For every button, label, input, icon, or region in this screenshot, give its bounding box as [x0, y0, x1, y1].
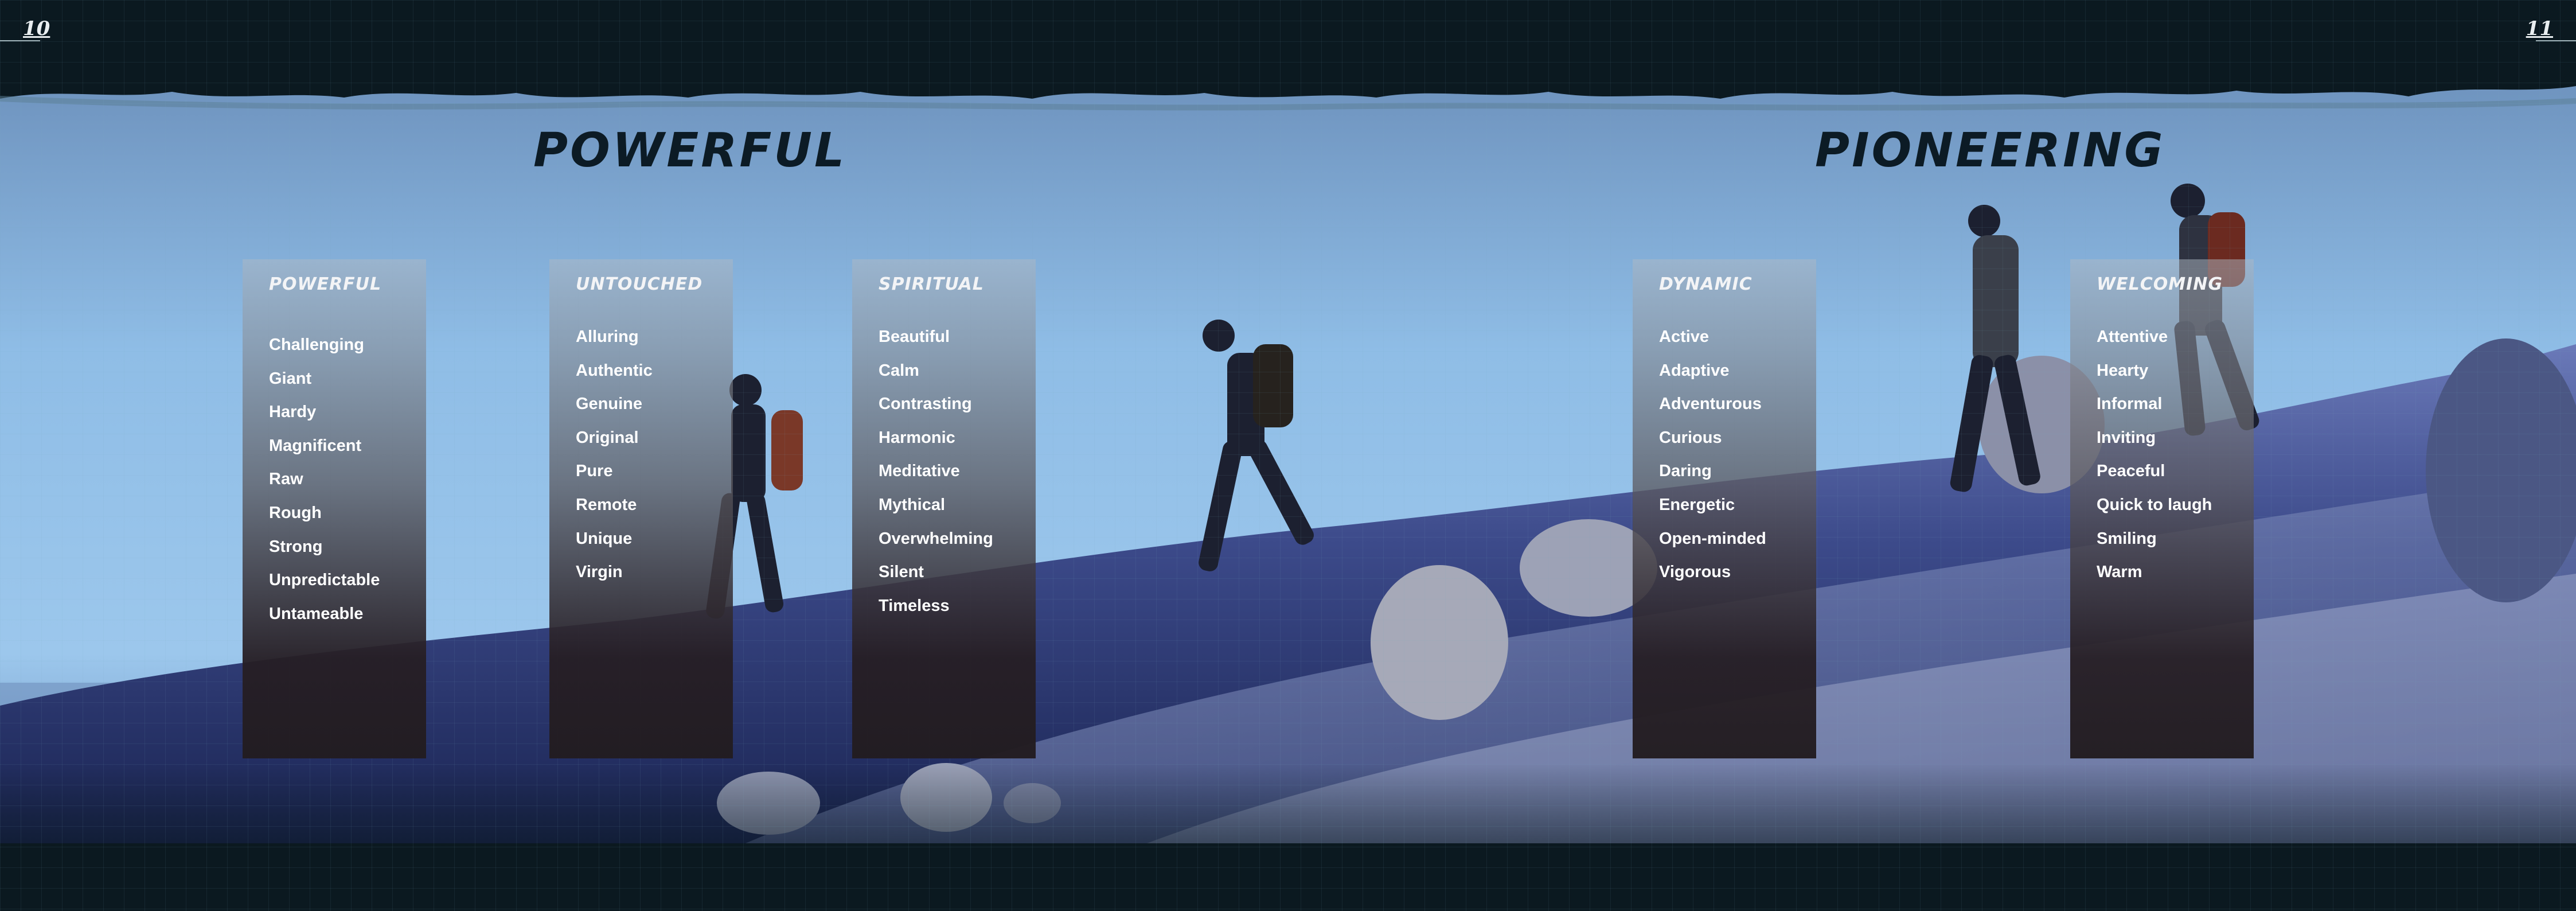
list-item: Pure [576, 462, 613, 481]
list-item: Untameable [269, 604, 364, 623]
page-number-right: 11 [2526, 17, 2553, 40]
list-item: Attentive [2097, 328, 2168, 346]
list-item: Harmonic [879, 428, 955, 447]
word-list: Challenging Giant Hardy Magnificent Raw … [269, 328, 380, 630]
word-list: Active Adaptive Adventurous Curious Dari… [1659, 320, 1766, 589]
card-title: UNTOUCHED [576, 274, 703, 294]
list-item: Remote [576, 495, 637, 514]
list-item: Energetic [1659, 495, 1735, 514]
page-number-rule-left [0, 40, 40, 41]
card-title: DYNAMIC [1659, 274, 1753, 294]
list-item: Giant [269, 369, 312, 388]
list-item: Authentic [576, 361, 653, 380]
card-title: WELCOMING [2097, 274, 2223, 294]
list-item: Vigorous [1659, 563, 1731, 582]
list-item: Calm [879, 361, 919, 380]
list-item: Smiling [2097, 529, 2157, 548]
list-item: Active [1659, 328, 1709, 346]
list-item: Open-minded [1659, 529, 1766, 548]
list-item: Rough [269, 503, 322, 522]
list-item: Warm [2097, 563, 2142, 582]
list-item: Silent [879, 563, 924, 582]
list-item: Peaceful [2097, 462, 2165, 481]
card-title: POWERFUL [269, 274, 382, 294]
list-item: Inviting [2097, 428, 2156, 447]
list-item: Alluring [576, 328, 639, 346]
section-heading-pioneering: PIONEERING [1815, 123, 2165, 178]
list-item: Unique [576, 529, 633, 548]
list-item: Curious [1659, 428, 1722, 447]
list-item: Overwhelming [879, 529, 993, 548]
list-item: Informal [2097, 395, 2163, 414]
list-item: Strong [269, 537, 323, 556]
card-powerful: POWERFUL Challenging Giant Hardy Magnifi… [243, 259, 426, 758]
word-list: Attentive Hearty Informal Inviting Peace… [2097, 320, 2212, 589]
list-item: Contrasting [879, 395, 972, 414]
list-item: Meditative [879, 462, 960, 481]
list-item: Magnificent [269, 436, 362, 455]
list-item: Hardy [269, 403, 317, 422]
card-spiritual: SPIRITUAL Beautiful Calm Contrasting Har… [852, 259, 1036, 758]
card-title: SPIRITUAL [879, 274, 984, 294]
list-item: Adventurous [1659, 395, 1762, 414]
list-item: Quick to laugh [2097, 495, 2212, 514]
card-dynamic: DYNAMIC Active Adaptive Adventurous Curi… [1633, 259, 1816, 758]
list-item: Raw [269, 470, 303, 489]
word-list: Alluring Authentic Genuine Original Pure… [576, 320, 653, 589]
list-item: Beautiful [879, 328, 950, 346]
section-heading-powerful: POWERFUL [533, 123, 847, 178]
list-item: Genuine [576, 395, 643, 414]
list-item: Hearty [2097, 361, 2149, 380]
list-item: Challenging [269, 336, 364, 354]
word-list: Beautiful Calm Contrasting Harmonic Medi… [879, 320, 993, 622]
list-item: Mythical [879, 495, 946, 514]
list-item: Timeless [879, 596, 950, 615]
page-number-left: 10 [23, 17, 50, 40]
list-item: Virgin [576, 563, 623, 582]
card-welcoming: WELCOMING Attentive Hearty Informal Invi… [2070, 259, 2254, 758]
list-item: Unpredictable [269, 571, 380, 590]
list-item: Daring [1659, 462, 1712, 481]
page-number-rule-right [2536, 40, 2576, 41]
brochure-spread: 10 11 POWERFUL PIONEERING POWERFUL Chall… [0, 0, 2576, 911]
list-item: Original [576, 428, 639, 447]
list-item: Adaptive [1659, 361, 1730, 380]
card-untouched: UNTOUCHED Alluring Authentic Genuine Ori… [549, 259, 733, 758]
